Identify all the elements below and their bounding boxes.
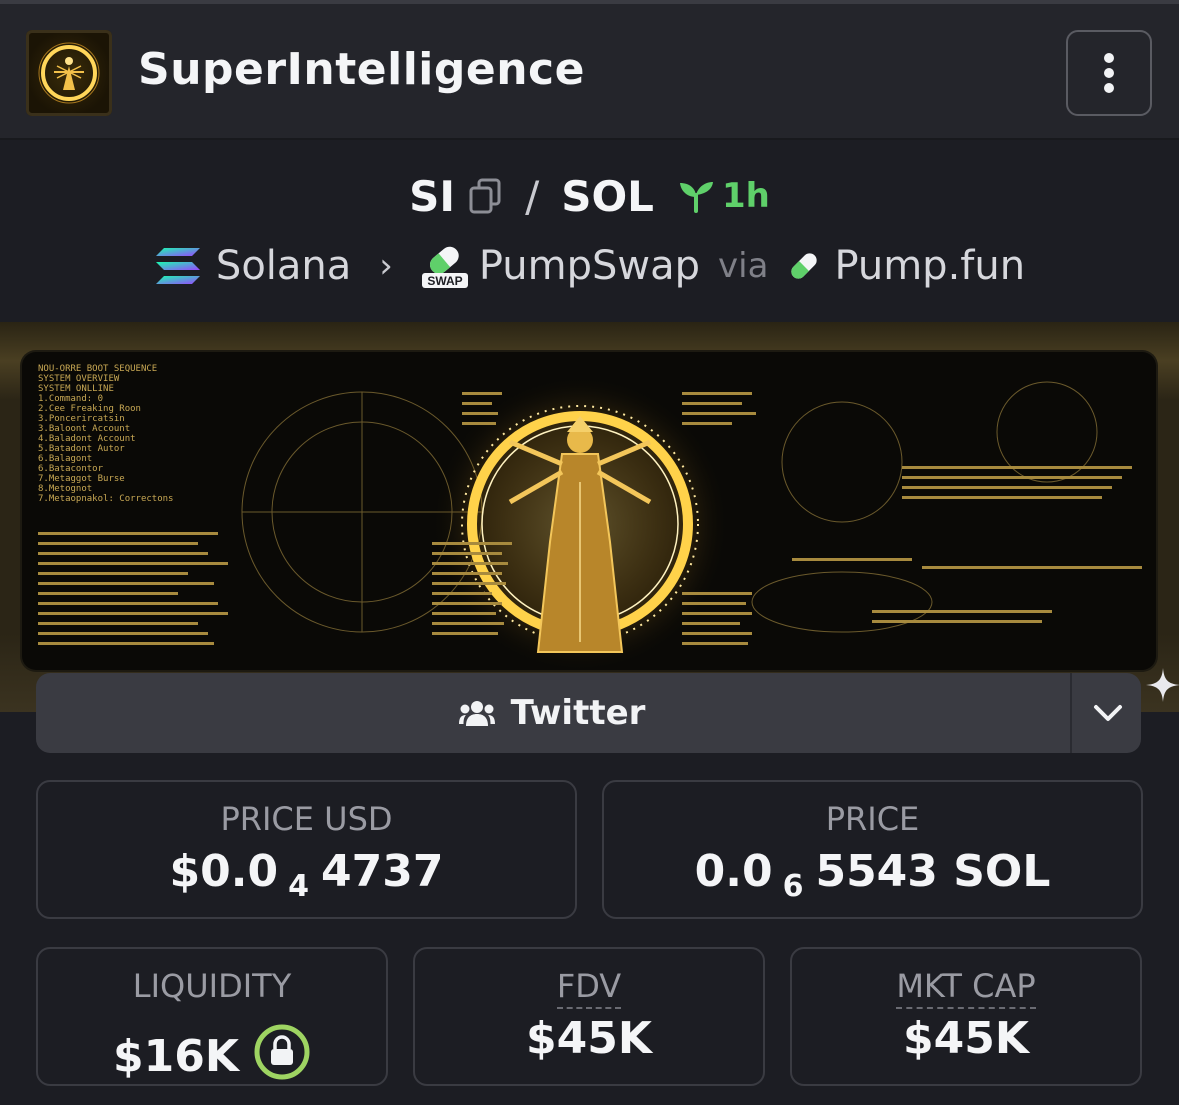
- chain-link[interactable]: Solana: [216, 243, 351, 289]
- users-icon: [458, 701, 495, 726]
- pair-age: 1h: [721, 176, 770, 216]
- social-link-bar: Twitter: [36, 673, 1141, 753]
- price-native-label: PRICE: [825, 800, 920, 838]
- price-native-prefix: 0.0: [694, 846, 773, 897]
- fdv-label-text: FDV: [556, 967, 622, 1009]
- mkt-cap-label[interactable]: MKT CAP: [792, 967, 1140, 1009]
- mkt-cap-card: MKT CAP $45K: [790, 947, 1142, 1086]
- fdv-value: $45K: [526, 1013, 652, 1064]
- price-native-digits: 5543 SOL: [815, 846, 1051, 897]
- pill-icon: [786, 248, 822, 284]
- liquidity-label: LIQUIDITY: [132, 967, 292, 1005]
- base-symbol: SI: [409, 171, 456, 221]
- liquidity-lock-icon[interactable]: [253, 1023, 311, 1092]
- pair-row: SI / SOL 1h: [0, 168, 1179, 224]
- liquidity-value: $16K: [113, 1031, 239, 1082]
- liquidity-value-row: $16K: [38, 1013, 386, 1082]
- fdv-card: FDV $45K: [413, 947, 765, 1086]
- copy-icon[interactable]: [467, 177, 503, 215]
- token-avatar[interactable]: [26, 30, 112, 116]
- chain-breadcrumb: Solana › SWAP PumpSwap via Pump.fun: [0, 238, 1179, 294]
- sparkle-icon: [1146, 668, 1179, 702]
- solana-icon: [154, 246, 202, 286]
- banner-artwork: [38, 374, 1142, 670]
- dex-link[interactable]: PumpSwap: [479, 243, 700, 289]
- price-usd-value: $0.0 4 4737: [38, 846, 575, 904]
- token-header: SuperIntelligence: [0, 4, 1179, 140]
- more-menu-button[interactable]: [1066, 30, 1152, 116]
- price-native-zero-count: 6: [782, 869, 804, 904]
- fdv-label[interactable]: FDV: [415, 967, 763, 1009]
- price-usd-label: PRICE USD: [220, 800, 393, 838]
- pair-separator: /: [525, 171, 540, 221]
- liquidity-card: LIQUIDITY $16K: [36, 947, 388, 1086]
- social-dropdown-button[interactable]: [1070, 673, 1141, 753]
- chevron-down-icon: [1093, 705, 1122, 721]
- price-usd-digits: 4737: [320, 846, 444, 897]
- launchpad-link[interactable]: Pump.fun: [834, 243, 1025, 289]
- token-name: SuperIntelligence: [138, 44, 585, 95]
- price-usd-prefix: $0.0: [169, 846, 279, 897]
- mkt-cap-label-text: MKT CAP: [896, 967, 1036, 1009]
- banner-image: NOU-ORRE BOOT SEQUENCE SYSTEM OVERVIEW SYS…: [22, 352, 1156, 670]
- mkt-cap-value: $45K: [903, 1013, 1029, 1064]
- pumpswap-icon: SWAP: [421, 243, 469, 289]
- pair-info: SI / SOL 1h Solana › SWAP PumpSwap via P…: [0, 142, 1179, 320]
- price-usd-card: PRICE USD $0.0 4 4737: [36, 780, 577, 919]
- price-native-value: 0.0 6 5543 SOL: [604, 846, 1141, 904]
- quote-symbol: SOL: [561, 171, 654, 221]
- price-usd-zero-count: 4: [288, 869, 309, 904]
- price-native-card: PRICE 0.0 6 5543 SOL: [602, 780, 1143, 919]
- breadcrumb-chevron-icon: ›: [379, 246, 393, 286]
- twitter-button[interactable]: Twitter: [36, 673, 1068, 753]
- twitter-label: Twitter: [510, 693, 646, 733]
- via-label: via: [718, 246, 769, 286]
- token-banner: NOU-ORRE BOOT SEQUENCE SYSTEM OVERVIEW SYS…: [0, 322, 1179, 712]
- sprout-icon: [676, 179, 716, 213]
- swap-badge-text: SWAP: [427, 274, 462, 288]
- kebab-vertical-icon: [1104, 53, 1114, 93]
